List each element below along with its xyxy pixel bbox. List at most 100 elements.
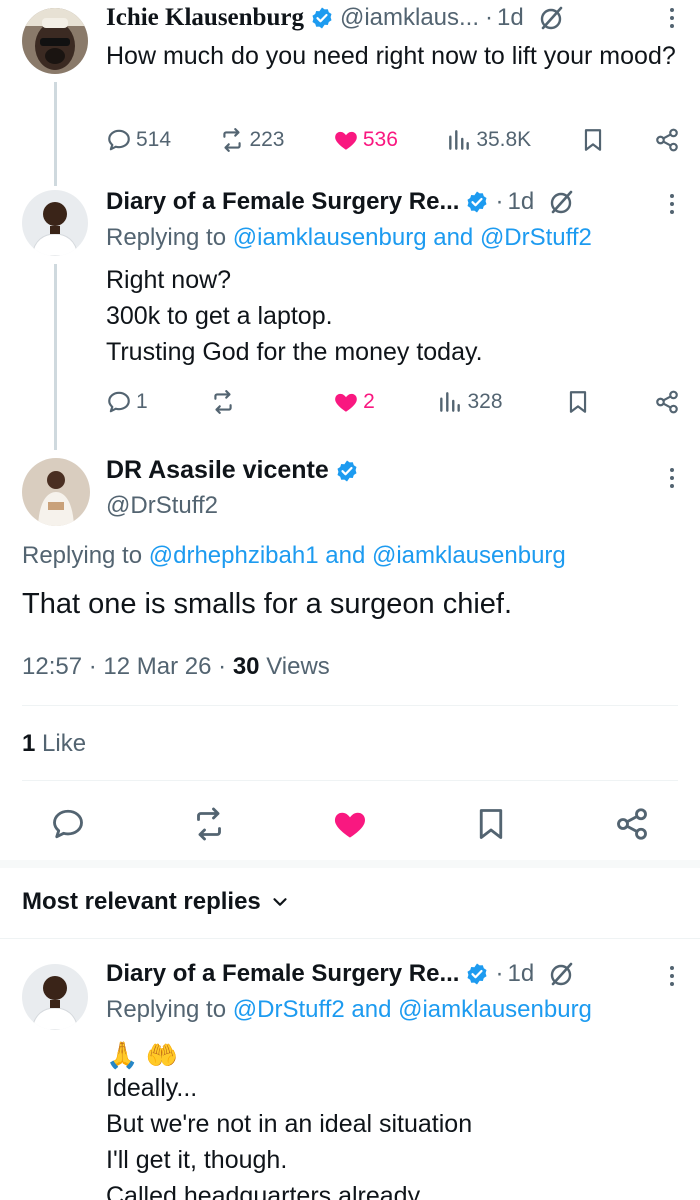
reply-icon: [108, 391, 130, 413]
grok-icon[interactable]: [548, 960, 576, 988]
more-options-icon[interactable]: [668, 8, 676, 32]
views-button[interactable]: 35.8K: [446, 127, 531, 153]
share-icon[interactable]: [614, 806, 650, 842]
mention-link[interactable]: @drhephzibah1: [149, 542, 319, 569]
heart-filled-icon[interactable]: [332, 806, 368, 842]
author-name[interactable]: Ichie Klausenburg: [106, 4, 304, 32]
divider: [0, 938, 700, 939]
separator-dot: ·: [88, 653, 97, 680]
reply-count: 1: [136, 390, 148, 413]
like-button[interactable]: 2: [333, 389, 375, 415]
like-count: 536: [362, 128, 398, 151]
post-line: Right now?: [106, 266, 232, 294]
views-label: Views: [266, 653, 330, 680]
post-text: Right now? 300k to get a laptop. Trustin…: [106, 262, 678, 370]
more-options-icon[interactable]: [668, 194, 676, 218]
likes-label: Like: [42, 730, 87, 757]
replying-to: Replying to @iamklausenburg and @DrStuff…: [106, 224, 690, 252]
post-time[interactable]: 1d: [497, 4, 524, 32]
thread-connector: [54, 264, 57, 450]
focus-post-text: That one is smalls for a surgeon chief.: [22, 588, 513, 620]
post-time[interactable]: 1d: [507, 960, 534, 988]
repost-icon: [214, 390, 233, 414]
post-line: But we're not in an ideal situation: [106, 1110, 473, 1138]
post-line: Trusting God for the money today.: [106, 338, 483, 366]
sort-dropdown[interactable]: Most relevant replies: [22, 888, 291, 916]
heart-filled-icon: [335, 393, 357, 412]
repost-icon[interactable]: [191, 806, 227, 842]
thread-page: Ichie Klausenburg @iamklaus... · 1d How …: [0, 0, 700, 1200]
bookmark-button[interactable]: [565, 389, 591, 415]
share-button[interactable]: [654, 389, 680, 415]
separator-dot: ·: [485, 4, 494, 31]
divider: [22, 705, 678, 706]
avatar[interactable]: [22, 8, 88, 74]
replying-label: Replying to: [106, 224, 227, 251]
likes-summary[interactable]: 1 Like: [22, 730, 86, 758]
view-count: 35.8K: [476, 128, 532, 151]
grok-icon[interactable]: [548, 188, 576, 216]
and-text: and: [433, 224, 474, 251]
views-count: 30: [232, 653, 260, 680]
avatar[interactable]: [22, 964, 88, 1030]
post-text: How much do you need right now to lift y…: [106, 42, 676, 70]
avatar[interactable]: [22, 190, 88, 256]
repost-button[interactable]: [210, 389, 270, 415]
and-text: and: [351, 996, 392, 1023]
mention-link[interactable]: @DrStuff2: [233, 996, 345, 1023]
post-line: Called headquarters already: [106, 1182, 421, 1200]
post-time[interactable]: 1d: [507, 188, 534, 216]
verified-badge-icon: [467, 191, 487, 213]
reply-icon[interactable]: [50, 806, 86, 842]
post-time[interactable]: 12:57: [22, 653, 82, 680]
mention-link[interactable]: @DrStuff2: [480, 224, 592, 251]
bookmark-icon[interactable]: [473, 806, 509, 842]
mention-link[interactable]: @iamklausenburg: [372, 542, 566, 569]
reply-button[interactable]: 1: [106, 389, 148, 415]
author-name[interactable]: Diary of a Female Surgery Re...: [106, 960, 459, 988]
share-icon: [656, 390, 678, 414]
bookmark-button[interactable]: [580, 127, 606, 153]
repost-icon: [223, 128, 242, 152]
grok-icon[interactable]: [538, 4, 566, 32]
replying-label: Replying to: [106, 996, 227, 1023]
view-count: 328: [467, 390, 503, 413]
like-button[interactable]: 536: [333, 127, 398, 153]
views-chart-icon: [440, 392, 461, 412]
author-name[interactable]: DR Asasile vicente: [106, 456, 329, 485]
focus-author: DR Asasile vicente: [106, 456, 359, 485]
separator-dot: ·: [495, 960, 504, 987]
likes-count: 1: [22, 730, 36, 757]
post-metadata: 12:57 · 12 Mar 26 · 30 Views: [22, 653, 330, 681]
verified-badge-icon: [467, 963, 487, 985]
verified-badge-icon: [337, 460, 357, 481]
sort-label: Most relevant replies: [22, 888, 261, 915]
mention-link[interactable]: @iamklausenburg: [233, 224, 427, 251]
chevron-down-icon: [273, 898, 287, 906]
avatar[interactable]: [22, 458, 90, 526]
views-button[interactable]: 328: [437, 389, 503, 415]
thread-connector: [54, 82, 57, 186]
replying-label: Replying to: [22, 542, 143, 569]
author-handle[interactable]: @iamklaus...: [340, 4, 479, 32]
repost-button[interactable]: 223: [219, 127, 284, 153]
section-divider: [0, 860, 700, 868]
replying-to: Replying to @DrStuff2 and @iamklausenbur…: [106, 996, 690, 1024]
separator-dot: ·: [218, 653, 227, 680]
mention-link[interactable]: @iamklausenburg: [398, 996, 592, 1023]
share-icon: [656, 128, 678, 152]
reply-count: 514: [136, 128, 172, 151]
author-handle[interactable]: @DrStuff2: [106, 492, 218, 520]
author-name[interactable]: Diary of a Female Surgery Re...: [106, 188, 459, 216]
separator-dot: ·: [495, 188, 504, 215]
post-line: Ideally...: [106, 1074, 198, 1102]
heart-filled-icon: [335, 131, 357, 150]
like-count: 2: [363, 390, 375, 413]
more-options-icon[interactable]: [668, 966, 676, 990]
more-options-icon[interactable]: [668, 468, 676, 492]
post-date[interactable]: 12 Mar 26: [103, 653, 211, 680]
emoji-line: 🙏 🤲: [106, 1040, 178, 1070]
reply-button[interactable]: 514: [106, 127, 171, 153]
and-text: and: [325, 542, 366, 569]
share-button[interactable]: [654, 127, 680, 153]
